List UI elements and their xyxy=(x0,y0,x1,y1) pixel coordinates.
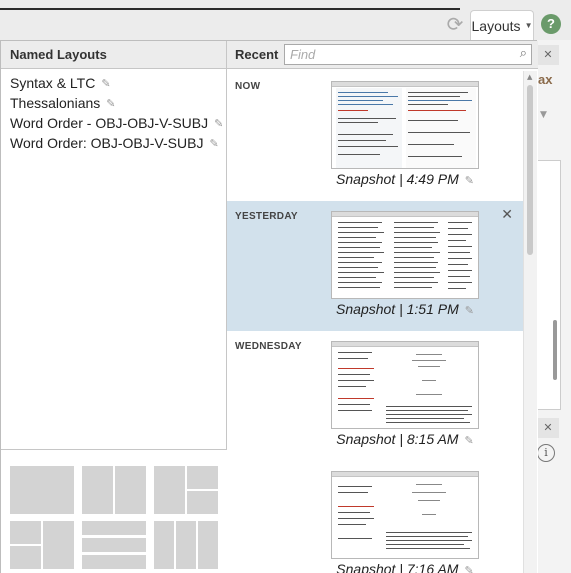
close-icon[interactable]: ✕ xyxy=(537,45,559,65)
pencil-icon[interactable]: ✎ xyxy=(464,565,473,573)
layout-templates xyxy=(1,449,227,573)
recent-panel: Recent Find ⌕ NOW Snapshot | 4:49 PM ✎ Y… xyxy=(227,41,538,573)
pencil-icon[interactable]: ✎ xyxy=(214,117,223,130)
chevron-down-icon[interactable]: ▼ xyxy=(540,110,547,120)
named-layouts-title: Named Layouts xyxy=(1,41,226,69)
recent-snapshot-entry[interactable]: YESTERDAY ✕ Snapshot | 1:51 PM ✎ xyxy=(227,201,523,331)
recent-snapshot-entry[interactable]: NOW Snapshot | 4:49 PM ✎ xyxy=(227,71,523,201)
recent-title: Recent xyxy=(235,47,279,62)
named-layout-item[interactable]: Word Order: OBJ-OBJ-V-SUBJ ✎ xyxy=(1,133,226,153)
recent-snapshot-entry[interactable]: Snapshot | 7:16 AM ✎ xyxy=(227,461,523,573)
chevron-down-icon: ▼ xyxy=(524,21,533,30)
layout-template-three-columns[interactable] xyxy=(154,521,218,569)
search-input[interactable]: Find ⌕ xyxy=(284,44,532,65)
snapshot-caption-text: Snapshot | 7:16 AM xyxy=(336,561,459,573)
search-icon[interactable]: ⌕ xyxy=(520,45,527,61)
background-content-panel xyxy=(537,160,561,410)
named-layout-item[interactable]: Syntax & LTC ✎ xyxy=(1,73,226,93)
named-layout-item[interactable]: Word Order - OBJ-OBJ-V-SUBJ ✎ xyxy=(1,113,226,133)
layout-template-left-split-right[interactable] xyxy=(10,521,74,569)
snapshot-caption: Snapshot | 8:15 AM ✎ xyxy=(287,431,523,447)
close-icon[interactable]: ✕ xyxy=(537,418,559,438)
snapshot-thumbnail[interactable] xyxy=(331,81,479,169)
layouts-button-label: Layouts xyxy=(471,17,521,34)
pencil-icon[interactable]: ✎ xyxy=(464,435,473,447)
layouts-menu-button[interactable]: Layouts ▼ xyxy=(470,10,534,40)
recent-snapshot-entry[interactable]: WEDNESDAY Snapshot | 8:15 AM ✎ xyxy=(227,331,523,461)
search-placeholder: Find xyxy=(290,47,316,62)
snapshot-caption: Snapshot | 4:49 PM ✎ xyxy=(287,171,523,187)
snapshot-day-label: WEDNESDAY xyxy=(235,341,302,352)
snapshot-thumbnail[interactable] xyxy=(331,341,479,429)
info-icon[interactable]: i xyxy=(537,444,555,462)
background-panel-title-fragment: ax xyxy=(538,72,553,87)
help-icon[interactable]: ? xyxy=(541,14,561,34)
toolbar-divider xyxy=(0,8,460,10)
pencil-icon[interactable]: ✎ xyxy=(465,305,474,317)
named-layout-label: Syntax & LTC xyxy=(10,75,96,91)
snapshot-day-label: YESTERDAY xyxy=(235,211,298,222)
snapshot-caption: Snapshot | 1:51 PM ✎ xyxy=(287,301,523,317)
layout-template-three-rows[interactable] xyxy=(82,521,146,569)
scrollbar-thumb[interactable] xyxy=(527,85,533,255)
snapshot-thumbnail[interactable] xyxy=(331,471,479,559)
background-scrollbar-thumb[interactable] xyxy=(553,320,557,380)
named-layout-label: Word Order - OBJ-OBJ-V-SUBJ xyxy=(10,115,209,131)
snapshot-day-label: NOW xyxy=(235,81,261,92)
pencil-icon[interactable]: ✎ xyxy=(106,97,115,110)
pencil-icon[interactable]: ✎ xyxy=(465,175,474,187)
app-toolbar: ⟳ Layouts ▼ ? xyxy=(0,0,571,40)
named-layout-label: Thessalonians xyxy=(10,95,101,111)
pencil-icon[interactable]: ✎ xyxy=(101,77,110,90)
pencil-icon[interactable]: ✎ xyxy=(209,137,218,150)
snapshot-caption-text: Snapshot | 4:49 PM xyxy=(336,171,459,187)
named-layouts-panel: Named Layouts Syntax & LTC ✎ Thessalonia… xyxy=(1,41,227,573)
recent-header: Recent Find ⌕ xyxy=(227,41,538,69)
layouts-popup: Named Layouts Syntax & LTC ✎ Thessalonia… xyxy=(0,40,538,573)
close-icon[interactable]: ✕ xyxy=(501,207,513,223)
layout-template-left-right-split[interactable] xyxy=(154,466,218,514)
snapshot-caption-text: Snapshot | 1:51 PM xyxy=(336,301,459,317)
layout-template-single[interactable] xyxy=(10,466,74,514)
snapshot-caption-text: Snapshot | 8:15 AM xyxy=(336,431,459,447)
named-layout-label: Word Order: OBJ-OBJ-V-SUBJ xyxy=(10,135,204,151)
recent-scrollbar[interactable]: ▲ xyxy=(523,71,537,573)
named-layout-item[interactable]: Thessalonians ✎ xyxy=(1,93,226,113)
scroll-up-icon[interactable]: ▲ xyxy=(527,73,532,81)
sync-icon[interactable]: ⟳ xyxy=(444,13,466,35)
layout-template-two-columns[interactable] xyxy=(82,466,146,514)
snapshot-thumbnail[interactable] xyxy=(331,211,479,299)
named-layouts-list: Syntax & LTC ✎ Thessalonians ✎ Word Orde… xyxy=(1,69,226,153)
snapshot-caption: Snapshot | 7:16 AM ✎ xyxy=(287,561,523,573)
